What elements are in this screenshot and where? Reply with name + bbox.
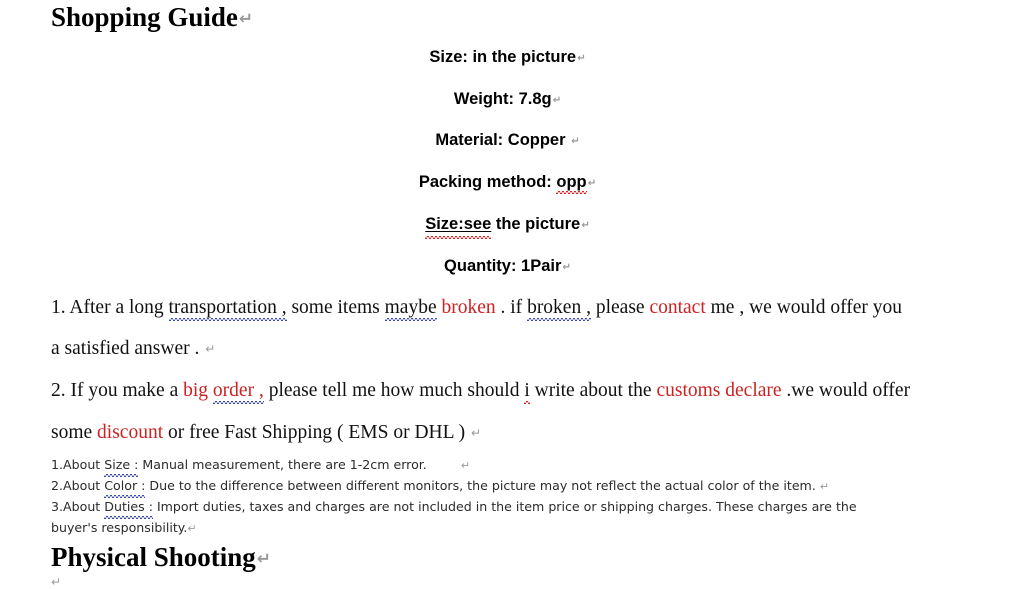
text-run-grammar-flagged: broken , bbox=[527, 297, 591, 321]
note-text: Import duties, taxes and charges are not… bbox=[152, 499, 857, 514]
page-title-text: Shopping Guide bbox=[51, 2, 238, 32]
section-title-text: Physical Shooting bbox=[51, 542, 256, 572]
note-term-grammar-flagged: Color : bbox=[104, 475, 146, 498]
text-run: write about the bbox=[529, 380, 657, 401]
spec-line-size: Size: in the picture↵ bbox=[0, 47, 1015, 69]
text-run-highlight: big bbox=[183, 380, 213, 401]
text-run: 1. After a long bbox=[51, 297, 169, 318]
return-mark-icon: ↵ bbox=[562, 261, 571, 273]
spec-line-weight: Weight: 7.8g↵ bbox=[0, 89, 1015, 111]
paragraph-1-line-2: a satisfied answer . ↵ bbox=[51, 338, 215, 360]
note-term-grammar-flagged: Duties : bbox=[104, 496, 153, 519]
return-mark-icon: ↵ bbox=[587, 177, 597, 189]
note-term-grammar-flagged: Size : bbox=[104, 454, 139, 477]
text-run: me , we would offer you bbox=[705, 297, 902, 318]
text-run-highlight: customs declare bbox=[656, 380, 782, 401]
spec-label: Size: bbox=[429, 48, 468, 66]
spec-line-packing: Packing method: opp↵ bbox=[0, 172, 1015, 194]
spec-value: in the picture bbox=[467, 48, 577, 66]
spec-value: 7.8g bbox=[514, 90, 552, 108]
return-mark-icon: ↵ bbox=[256, 548, 271, 569]
return-mark-icon: ↵ bbox=[187, 522, 197, 535]
note-item-duties-wrap: buyer's responsibility.↵ bbox=[51, 517, 197, 539]
note-number: 3.About bbox=[51, 499, 105, 514]
note-item-duties: 3.About Duties : Import duties, taxes an… bbox=[51, 496, 857, 519]
note-number: 2.About bbox=[51, 478, 105, 493]
text-run-highlight: broken bbox=[441, 297, 496, 318]
text-run-spelling-flagged: i bbox=[524, 380, 531, 404]
text-run: please tell me how much should bbox=[263, 380, 525, 401]
spec-value-misspelled: opp bbox=[556, 173, 587, 194]
return-mark-icon: ↵ bbox=[460, 459, 471, 472]
text-run-highlight: discount bbox=[97, 422, 164, 444]
spec-value: Copper bbox=[503, 131, 571, 149]
text-run: 2. If you make a bbox=[51, 380, 184, 401]
spec-value: 1Pair bbox=[516, 257, 562, 275]
return-mark-icon: ↵ bbox=[238, 8, 253, 29]
paragraph-2-line-2: some discount or free Fast Shipping ( EM… bbox=[51, 422, 481, 444]
text-run: some items bbox=[286, 297, 385, 318]
note-item-color: 2.About Color : Due to the difference be… bbox=[51, 475, 830, 498]
return-mark-icon: ↵ bbox=[571, 135, 580, 147]
return-mark-icon: ↵ bbox=[577, 52, 586, 64]
spec-label-underlined: Size:see bbox=[425, 215, 492, 239]
spec-label: Weight: bbox=[453, 90, 514, 108]
text-run-highlight-grammar-flagged: order , bbox=[212, 380, 264, 404]
page-title: Shopping Guide↵ bbox=[51, 2, 253, 33]
spec-line-material: Material: Copper ↵ bbox=[0, 130, 1015, 152]
text-run-grammar-flagged: maybe bbox=[384, 297, 437, 321]
spec-line-quantity: Quantity: 1Pair↵ bbox=[0, 256, 1015, 278]
return-mark-icon: ↵ bbox=[205, 342, 216, 356]
spec-label: Packing method: bbox=[418, 173, 552, 191]
spec-line-size-see: Size:see the picture↵ bbox=[0, 214, 1015, 239]
note-item-size: 1.About Size : Manual measurement, there… bbox=[51, 454, 471, 477]
spec-label: Material: bbox=[435, 131, 504, 149]
return-mark-icon: ↵ bbox=[552, 94, 562, 106]
text-run: . if bbox=[495, 297, 528, 318]
note-text: Manual measurement, there are 1-2cm erro… bbox=[138, 457, 427, 472]
text-run: .we would offer bbox=[781, 380, 911, 401]
paragraph-1-line-1: 1. After a long transportation , some it… bbox=[51, 297, 902, 321]
spec-label: Quantity: bbox=[444, 257, 517, 275]
return-mark-icon: ↵ bbox=[581, 219, 590, 231]
return-mark-icon: ↵ bbox=[51, 575, 62, 589]
document-page: Shopping Guide↵ Size: in the picture↵ We… bbox=[0, 0, 1015, 589]
note-text: buyer's responsibility. bbox=[51, 520, 188, 535]
note-number: 1.About bbox=[51, 457, 105, 472]
paragraph-2-line-1: 2. If you make a big order , please tell… bbox=[51, 380, 911, 404]
return-mark-icon: ↵ bbox=[819, 480, 830, 493]
text-run: or free Fast Shipping ( EMS or DHL ) bbox=[163, 422, 471, 444]
note-text: Due to the difference between different … bbox=[145, 478, 820, 493]
text-run: some bbox=[51, 422, 98, 444]
text-run-highlight: contact bbox=[649, 297, 706, 318]
text-run: a satisfied answer . bbox=[51, 338, 205, 360]
text-run-grammar-flagged: transportation , bbox=[168, 297, 287, 321]
return-mark-icon: ↵ bbox=[471, 426, 482, 440]
spec-value: the picture bbox=[491, 215, 581, 233]
section-title: Physical Shooting↵ bbox=[51, 542, 271, 573]
text-run: please bbox=[590, 297, 650, 318]
